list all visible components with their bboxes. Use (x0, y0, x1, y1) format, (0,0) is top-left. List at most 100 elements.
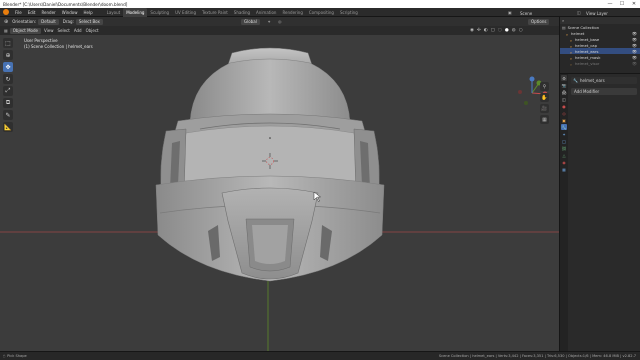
window-controls: — ☐ ✕ (604, 0, 640, 8)
solid-shading-icon[interactable]: ● (505, 28, 509, 33)
maximize-button[interactable]: ☐ (616, 0, 628, 8)
particles-props-icon[interactable]: ✦ (561, 131, 567, 137)
xray-icon[interactable]: ▢ (491, 28, 495, 33)
transform-tool-icon[interactable]: ⧉ (3, 98, 13, 108)
outliner-header: ⌕ (560, 17, 640, 24)
eye-icon[interactable]: 👁 (632, 55, 637, 60)
blender-logo-icon[interactable] (3, 9, 9, 15)
menu-select[interactable]: Select (57, 28, 69, 33)
modifier-props-icon[interactable]: 🔧 (561, 124, 567, 130)
snap-icon[interactable]: ⌖ (268, 19, 270, 24)
view-layer-name[interactable]: View Layer (586, 11, 608, 16)
data-props-icon[interactable]: △ (561, 152, 567, 158)
editor-type-icon[interactable]: ▦ (4, 28, 8, 33)
tool-icon[interactable]: ⊕ (4, 19, 8, 25)
tool-settings-header: ⊕ Orientation: Default Drag: Select Box … (0, 17, 559, 26)
view-layer-icon[interactable]: ◫ (577, 10, 581, 15)
render-props-icon[interactable]: 📷 (561, 82, 567, 88)
material-props-icon[interactable]: ◉ (561, 159, 567, 165)
gizmo-icon[interactable]: ✣ (477, 28, 481, 33)
viewport-shading-controls: ◉ ✣ ◐ ▢ ◌ ● ◍ ○ (470, 28, 523, 33)
tool-shelf: ⬚ ⊕ ✥ ↻ ⤢ ⧉ ✎ 📐 (3, 38, 14, 134)
mode-dropdown[interactable]: Object Mode (9, 27, 41, 34)
viewport-header: ▦ Object Mode View Select Add Object ◉ ✣… (0, 26, 559, 35)
rendered-shading-icon[interactable]: ○ (519, 28, 523, 33)
annotate-tool-icon[interactable]: ✎ (3, 110, 13, 120)
menu-file[interactable]: File (12, 10, 25, 15)
menu-view[interactable]: View (44, 28, 54, 33)
tab-uv-editing[interactable]: UV Editing (172, 8, 199, 17)
mesh-icon: ▿ (570, 43, 572, 49)
outliner-panel: ⌕ ▤ Scene Collection ▿ helmet 👁 ▿ helmet… (559, 17, 640, 73)
perspective-toggle-icon[interactable]: ▦ (540, 115, 549, 124)
eye-icon[interactable]: 👁 (632, 43, 637, 48)
eye-icon[interactable]: 👁 (632, 37, 637, 42)
tab-rendering[interactable]: Rendering (279, 8, 305, 17)
scene-canvas (0, 47, 559, 351)
select-tool-icon[interactable]: ⬚ (3, 38, 13, 48)
output-props-icon[interactable]: 🖨 (561, 89, 567, 95)
menu-window[interactable]: Window (59, 10, 81, 15)
tab-modeling[interactable]: Modeling (123, 7, 148, 17)
tab-animation[interactable]: Animation (253, 8, 279, 17)
scale-tool-icon[interactable]: ⤢ (3, 86, 13, 96)
view-layer-props-icon[interactable]: ◫ (561, 96, 567, 102)
tab-layout[interactable]: Layout (104, 8, 124, 17)
menu-help[interactable]: Help (80, 10, 95, 15)
scene-selector-icon[interactable]: ▣ (508, 10, 512, 15)
proportional-edit-icon[interactable]: ◎ (278, 19, 282, 24)
add-modifier-label: Add Modifier (574, 89, 600, 94)
zoom-icon[interactable]: ⚲ (540, 82, 549, 91)
options-dropdown[interactable]: Options (528, 18, 550, 25)
tab-sculpting[interactable]: Sculpting (147, 8, 172, 17)
constraints-props-icon[interactable]: ⛓ (561, 145, 567, 151)
eye-closed-icon[interactable]: 👁 (632, 61, 637, 66)
wireframe-shading-icon[interactable]: ◌ (498, 28, 502, 33)
eye-icon[interactable]: 👁 (632, 31, 637, 36)
tool-props-icon[interactable]: ⚙ (561, 75, 567, 81)
menu-add[interactable]: Add (74, 28, 82, 33)
measure-tool-icon[interactable]: 📐 (3, 122, 13, 132)
outliner-item-label: helmet_mask (575, 54, 601, 60)
outliner-item-helmet-visor[interactable]: ▿ helmet_visor 👁 (560, 60, 640, 67)
status-hint: Pick Shape (7, 354, 27, 358)
outliner-item-label: helmet_base (575, 36, 600, 42)
scene-name[interactable]: Scene (520, 11, 532, 16)
3d-viewport[interactable]: User Perspective (1) Scene Collection | … (0, 35, 559, 351)
orientation-dropdown[interactable]: Default (38, 18, 59, 25)
orientation-label: Orientation: (12, 19, 37, 24)
drag-dropdown[interactable]: Select Box (75, 18, 103, 25)
filter-icon[interactable]: ⌕ (562, 18, 564, 23)
menu-edit[interactable]: Edit (25, 10, 39, 15)
add-modifier-button[interactable]: Add Modifier (571, 88, 637, 95)
pivot-dropdown[interactable]: Global (241, 18, 260, 25)
outliner-item-label: helmet_ears (575, 48, 599, 54)
cursor-tool-icon[interactable]: ⊕ (3, 50, 13, 60)
properties-tabs: ⚙ 📷 🖨 ◫ ● ◎ ▣ 🔧 ✦ ◯ ⛓ △ ◉ ▦ (560, 74, 568, 351)
menu-object[interactable]: Object (86, 28, 99, 33)
tab-shading[interactable]: Shading (231, 8, 253, 17)
tab-scripting[interactable]: Scripting (337, 8, 361, 17)
minimize-button[interactable]: — (604, 0, 616, 8)
tab-compositing[interactable]: Compositing (306, 8, 337, 17)
move-tool-icon[interactable]: ✥ (3, 62, 13, 72)
physics-props-icon[interactable]: ◯ (561, 138, 567, 144)
tab-texture-paint[interactable]: Texture Paint (199, 8, 231, 17)
scene-collection-label: Scene Collection (567, 24, 600, 30)
visibility-icon[interactable]: ◉ (470, 28, 474, 33)
object-props-icon[interactable]: ▣ (561, 117, 567, 123)
outliner-item-label: helmet_cap (575, 42, 598, 48)
pan-hand-icon[interactable]: ✋ (540, 93, 549, 102)
scene-props-icon[interactable]: ● (561, 103, 567, 109)
menu-render[interactable]: Render (38, 10, 58, 15)
object-name-field[interactable]: 🔧 helmet_ears (571, 77, 637, 84)
close-button[interactable]: ✕ (628, 0, 640, 8)
material-shading-icon[interactable]: ◍ (512, 28, 516, 33)
rotate-tool-icon[interactable]: ↻ (3, 74, 13, 84)
texture-props-icon[interactable]: ▦ (561, 166, 567, 172)
overlay-icon[interactable]: ◐ (484, 28, 488, 33)
camera-view-icon[interactable]: 🎥 (540, 104, 549, 113)
world-props-icon[interactable]: ◎ (561, 110, 567, 116)
window-title: Blender* [C:\Users\Daniel\Documents\Blen… (3, 1, 128, 7)
eye-icon[interactable]: 👁 (632, 49, 637, 54)
